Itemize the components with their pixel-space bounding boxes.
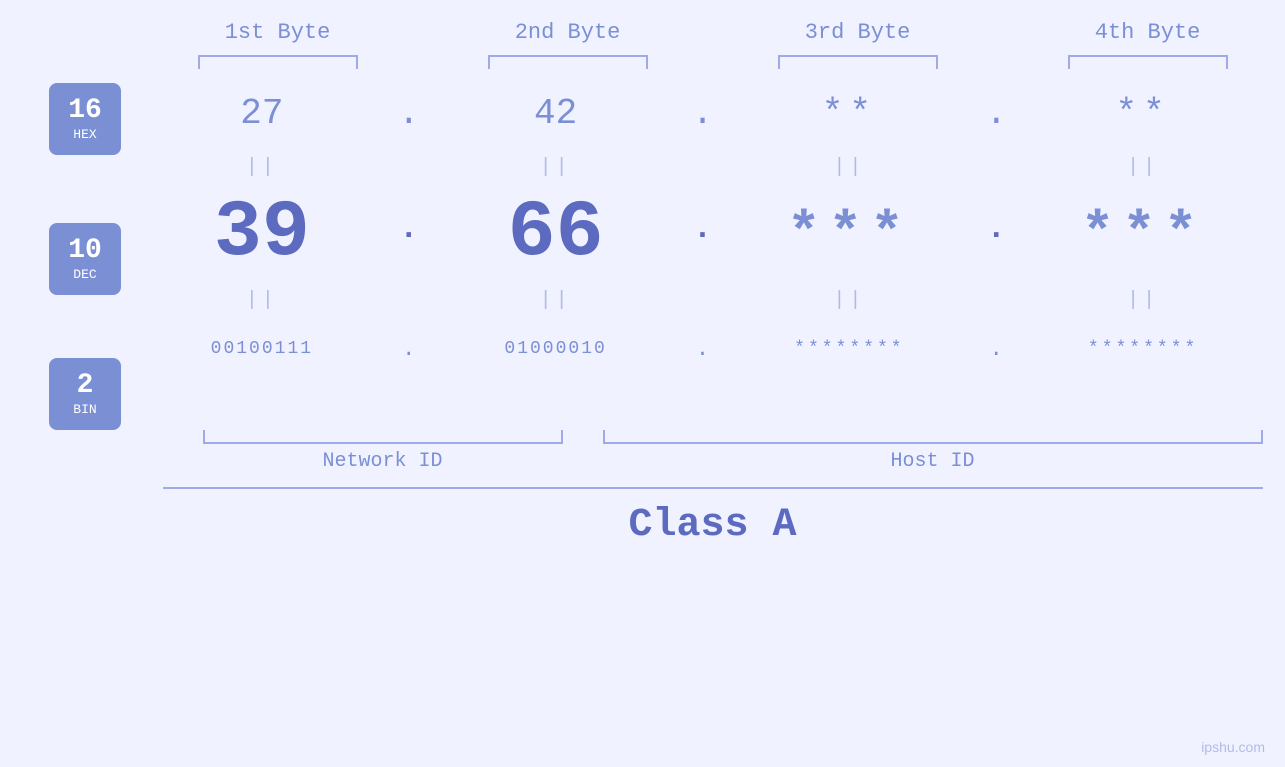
network-id-bracket-area: Network ID (163, 430, 603, 473)
bin-b4: ******** (1088, 339, 1198, 359)
network-id-label: Network ID (322, 450, 442, 473)
hex-b1: 27 (240, 93, 283, 134)
bin-badge-num: 2 (77, 371, 94, 402)
eq1-b4: || (1127, 156, 1159, 179)
bin-badge: 2 BIN (49, 358, 121, 430)
network-id-bracket (203, 430, 563, 444)
dec-b2: 66 (508, 188, 604, 279)
hex-b3: ** (822, 93, 877, 134)
dot-bin-3: . (990, 337, 1003, 362)
hex-badge: 16 HEX (49, 83, 121, 155)
host-id-label: Host ID (890, 450, 974, 473)
dot-dec-2: . (693, 210, 712, 247)
bin-badge-label: BIN (73, 402, 96, 417)
byte4-top-bracket (1068, 55, 1228, 69)
dec-b3: *** (787, 202, 912, 266)
byte1-header: 1st Byte (225, 20, 331, 45)
bin-b1: 00100111 (211, 339, 313, 359)
byte3-top-bracket (778, 55, 938, 69)
dec-badge: 10 DEC (49, 223, 121, 295)
dot-bin-2: . (696, 337, 709, 362)
dot-dec-3: . (987, 210, 1006, 247)
eq1-b3: || (833, 156, 865, 179)
dec-b4: *** (1081, 202, 1206, 266)
host-id-bracket-area: Host ID (603, 430, 1263, 473)
main-container: 1st Byte 2nd Byte 3rd Byte 4th Byte (0, 0, 1285, 767)
eq2-b4: || (1127, 289, 1159, 312)
dec-badge-num: 10 (68, 236, 102, 267)
byte2-top-bracket (488, 55, 648, 69)
class-label: Class A (628, 503, 796, 548)
class-divider (163, 487, 1263, 489)
eq2-b1: || (246, 289, 278, 312)
dot-bin-1: . (402, 337, 415, 362)
dec-badge-label: DEC (73, 267, 96, 282)
dec-b1: 39 (214, 188, 310, 279)
bin-b3: ******** (794, 339, 904, 359)
byte3-header: 3rd Byte (805, 20, 911, 45)
byte1-top-bracket (198, 55, 358, 69)
host-id-bracket (603, 430, 1263, 444)
hex-b2: 42 (534, 93, 577, 134)
dot-hex-3: . (985, 93, 1007, 134)
byte2-header: 2nd Byte (515, 20, 621, 45)
hex-badge-num: 16 (68, 96, 102, 127)
eq1-b2: || (540, 156, 572, 179)
bin-b2: 01000010 (504, 339, 606, 359)
hex-badge-label: HEX (73, 127, 96, 142)
hex-b4: ** (1116, 93, 1171, 134)
dot-hex-2: . (692, 93, 714, 134)
dot-dec-1: . (399, 210, 418, 247)
eq2-b3: || (833, 289, 865, 312)
eq1-b1: || (246, 156, 278, 179)
dot-hex-1: . (398, 93, 420, 134)
eq2-b2: || (540, 289, 572, 312)
watermark: ipshu.com (1201, 739, 1265, 755)
byte4-header: 4th Byte (1095, 20, 1201, 45)
